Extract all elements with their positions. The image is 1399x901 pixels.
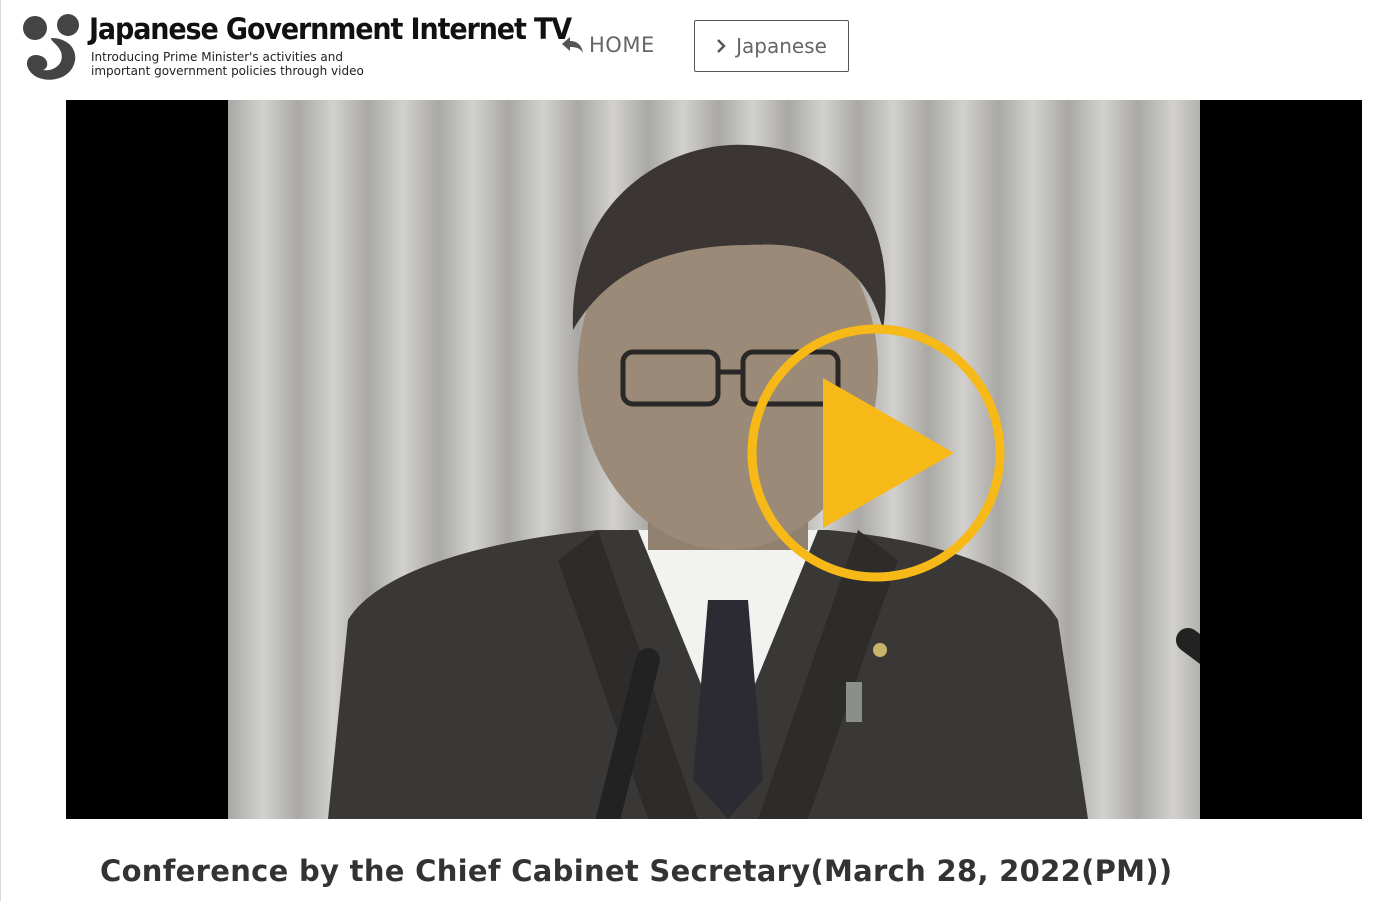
video-thumbnail — [228, 100, 1200, 819]
play-button[interactable] — [746, 323, 1006, 583]
site-tagline-line2: important government policies through vi… — [91, 64, 364, 78]
site-tagline: Introducing Prime Minister's activities … — [91, 50, 364, 78]
japanese-language-label: Japanese — [736, 34, 827, 58]
video-player[interactable] — [66, 100, 1362, 819]
play-icon — [747, 324, 1005, 582]
video-title: Conference by the Chief Cabinet Secretar… — [100, 854, 1173, 888]
return-arrow-icon — [562, 37, 583, 53]
site-logo-link[interactable]: Japanese Government Internet TV Introduc… — [21, 12, 572, 82]
site-tagline-line1: Introducing Prime Minister's activities … — [91, 50, 343, 64]
logo-mark-icon — [23, 14, 79, 80]
site-header: Japanese Government Internet TV Introduc… — [1, 0, 1399, 100]
chevron-right-icon — [717, 39, 726, 53]
home-link-label: HOME — [589, 33, 655, 57]
site-title: Japanese Government Internet TV — [89, 12, 572, 46]
japanese-language-button[interactable]: Japanese — [694, 20, 849, 72]
speaker-image — [228, 100, 1200, 819]
home-link[interactable]: HOME — [561, 30, 655, 60]
